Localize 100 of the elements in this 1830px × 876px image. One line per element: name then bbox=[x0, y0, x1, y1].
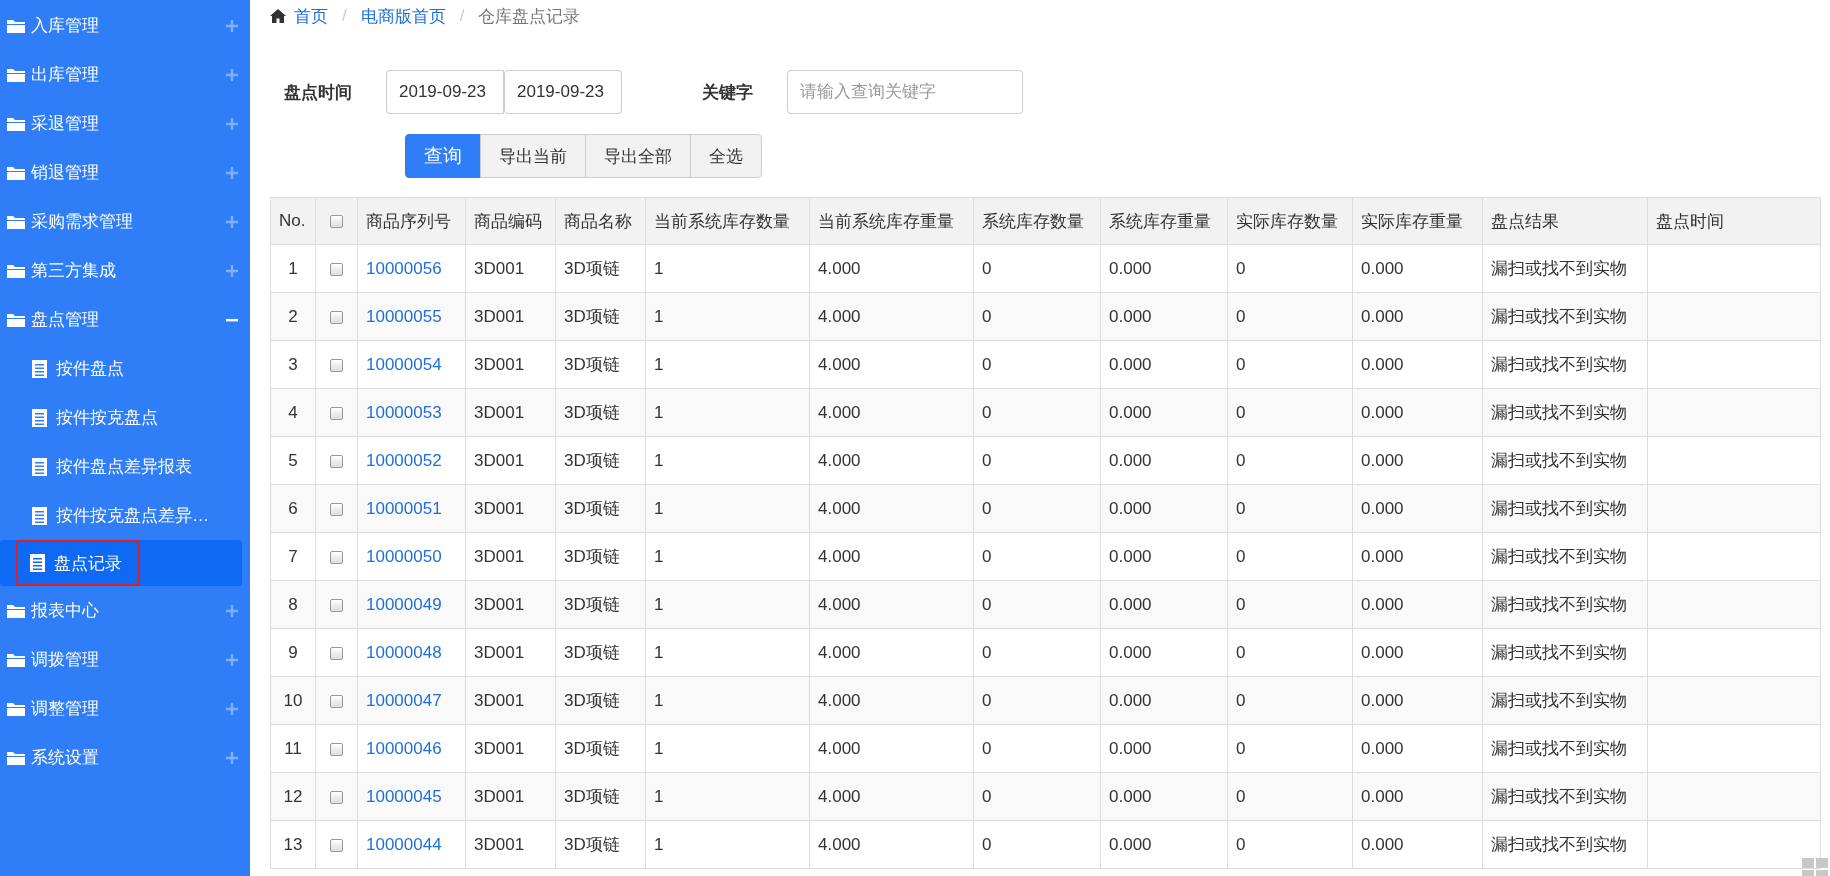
sidebar-item[interactable]: 调拨管理 bbox=[0, 635, 250, 684]
checkbox[interactable] bbox=[330, 406, 343, 420]
checkbox[interactable] bbox=[330, 838, 343, 852]
sidebar-item[interactable]: 第三方集成 bbox=[0, 246, 250, 295]
table-cell: 3D项链 bbox=[555, 580, 646, 629]
table-cell: 1 bbox=[270, 244, 316, 293]
table-cell: 9 bbox=[270, 628, 316, 677]
table-cell: 0 bbox=[1227, 436, 1353, 485]
table-cell: 4.000 bbox=[809, 292, 974, 341]
folder-icon bbox=[7, 652, 25, 667]
table-cell: 0 bbox=[1227, 388, 1353, 437]
checkbox[interactable] bbox=[330, 790, 343, 804]
sidebar-item[interactable]: 盘点管理 bbox=[0, 295, 250, 344]
sidebar-item[interactable]: 调整管理 bbox=[0, 684, 250, 733]
breadcrumb-separator: / bbox=[459, 6, 465, 26]
table-cell: 漏扫或找不到实物 bbox=[1482, 484, 1648, 533]
table-cell: 漏扫或找不到实物 bbox=[1482, 628, 1648, 677]
filter-label: 关键字 bbox=[702, 81, 754, 104]
document-icon bbox=[32, 359, 47, 378]
table-cell: 0.000 bbox=[1352, 484, 1483, 533]
table-cell: 漏扫或找不到实物 bbox=[1482, 676, 1648, 725]
sidebar-item[interactable]: 报表中心 bbox=[0, 586, 250, 635]
table-cell: 7 bbox=[270, 532, 316, 581]
checkbox[interactable] bbox=[330, 454, 343, 468]
checkbox[interactable] bbox=[330, 598, 343, 612]
table-cell: 0 bbox=[1227, 820, 1353, 869]
table-cell: 0 bbox=[973, 580, 1101, 629]
sidebar-item[interactable]: 出库管理 bbox=[0, 50, 250, 99]
table-cell: 3D项链 bbox=[555, 292, 646, 341]
table-cell: 1 bbox=[645, 676, 810, 725]
checkbox[interactable] bbox=[330, 358, 343, 372]
plus-icon bbox=[226, 604, 238, 617]
checkbox[interactable] bbox=[330, 742, 343, 756]
action-button[interactable]: 导出当前 bbox=[480, 134, 586, 178]
table-cell: 0.000 bbox=[1352, 532, 1483, 581]
column-header: 商品名称 bbox=[555, 197, 646, 245]
table-cell: 2 bbox=[270, 292, 316, 341]
checkbox[interactable] bbox=[330, 646, 343, 660]
folder-icon bbox=[7, 312, 25, 327]
sidebar-subitem[interactable]: 按件按克盘点 bbox=[0, 393, 242, 442]
action-button[interactable]: 全选 bbox=[690, 134, 762, 178]
checkbox[interactable] bbox=[330, 502, 343, 516]
table-cell: 4.000 bbox=[809, 772, 974, 821]
table-cell: 4.000 bbox=[809, 580, 974, 629]
document-icon bbox=[32, 457, 47, 476]
table-cell: 1 bbox=[645, 820, 810, 869]
table-cell: 0.000 bbox=[1100, 724, 1228, 773]
column-header: 盘点结果 bbox=[1482, 197, 1648, 245]
checkbox[interactable] bbox=[330, 262, 343, 276]
table-cell: 0 bbox=[973, 772, 1101, 821]
action-button[interactable]: 导出全部 bbox=[585, 134, 691, 178]
sidebar-item[interactable]: 系统设置 bbox=[0, 733, 250, 782]
table-cell: 3D项链 bbox=[555, 388, 646, 437]
table-cell: 3D项链 bbox=[555, 724, 646, 773]
plus-icon bbox=[226, 68, 238, 81]
table-cell: 4.000 bbox=[809, 820, 974, 869]
table-cell: 漏扫或找不到实物 bbox=[1482, 724, 1648, 773]
checkbox[interactable] bbox=[330, 550, 343, 564]
table-cell: 漏扫或找不到实物 bbox=[1482, 244, 1648, 293]
checkbox[interactable] bbox=[330, 310, 343, 324]
table-cell: 4.000 bbox=[809, 388, 974, 437]
table-cell: 4.000 bbox=[809, 436, 974, 485]
table-cell: 0.000 bbox=[1352, 292, 1483, 341]
plus-icon bbox=[226, 653, 238, 666]
table-cell: 漏扫或找不到实物 bbox=[1482, 292, 1648, 341]
table-cell: 0.000 bbox=[1352, 628, 1483, 677]
breadcrumb-link[interactable]: 电商版首页 bbox=[360, 4, 446, 28]
plus-icon bbox=[226, 166, 238, 179]
query-button[interactable]: 查询 bbox=[405, 134, 481, 178]
column-header: 实际库存重量 bbox=[1352, 197, 1483, 245]
table-cell: 0 bbox=[973, 292, 1101, 341]
table-cell: 0 bbox=[1227, 244, 1353, 293]
table-cell: 0.000 bbox=[1100, 532, 1228, 581]
table-cell: 0 bbox=[1227, 628, 1353, 677]
breadcrumb-current: 仓库盘点记录 bbox=[478, 5, 581, 28]
column-header: 系统库存数量 bbox=[973, 197, 1101, 245]
checkbox[interactable] bbox=[330, 215, 343, 228]
sidebar-subitem[interactable]: 按件按克盘点差异… bbox=[0, 491, 242, 540]
table-cell: 1 bbox=[645, 724, 810, 773]
sidebar-item[interactable]: 销退管理 bbox=[0, 148, 250, 197]
table-cell: 0.000 bbox=[1100, 484, 1228, 533]
plus-icon bbox=[226, 702, 238, 715]
sidebar-subitem[interactable]: 按件盘点差异报表 bbox=[0, 442, 242, 491]
date-field[interactable]: 2019-09-23 bbox=[386, 70, 504, 114]
sidebar-item[interactable]: 采退管理 bbox=[0, 99, 250, 148]
table-cell: 0.000 bbox=[1352, 676, 1483, 725]
table-cell: 3D001 bbox=[465, 820, 556, 869]
table-cell: 1 bbox=[645, 340, 810, 389]
table-cell: 0.000 bbox=[1100, 628, 1228, 677]
sidebar-subitem[interactable]: 按件盘点 bbox=[0, 344, 242, 393]
keyword-field[interactable]: 请输入查询关键字 bbox=[787, 70, 1023, 114]
checkbox[interactable] bbox=[330, 694, 343, 708]
table-cell: 1 bbox=[645, 772, 810, 821]
sidebar-item[interactable]: 入库管理 bbox=[0, 1, 250, 50]
breadcrumb-link[interactable]: 首页 bbox=[294, 4, 328, 28]
date-field[interactable]: 2019-09-23 bbox=[504, 70, 622, 114]
table-cell: 3 bbox=[270, 340, 316, 389]
table-cell: 0.000 bbox=[1352, 580, 1483, 629]
sidebar-subitem[interactable]: 盘点记录 bbox=[16, 540, 140, 586]
sidebar-item[interactable]: 采购需求管理 bbox=[0, 197, 250, 246]
